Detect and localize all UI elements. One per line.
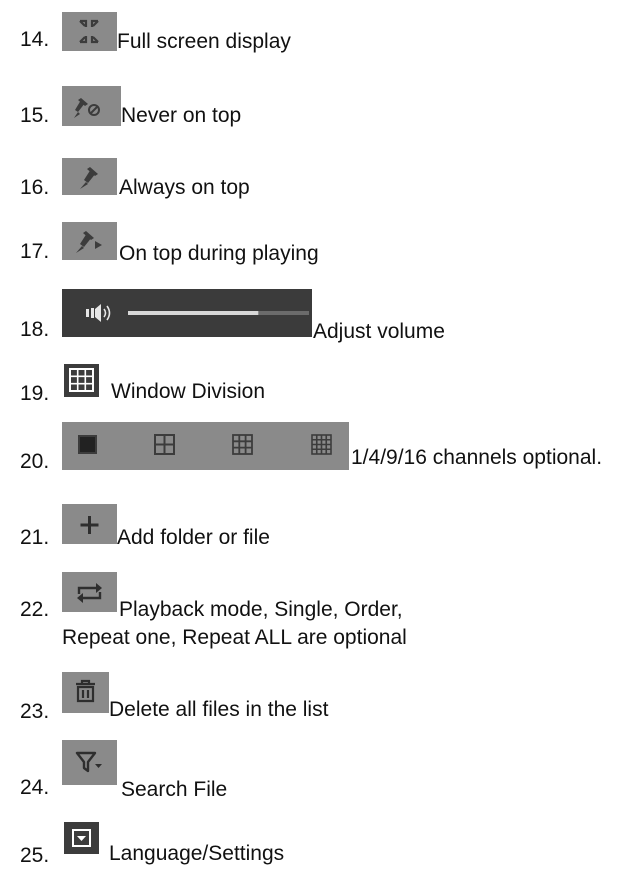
- item-number: 17.: [20, 240, 50, 263]
- volume-slider-icon: [62, 289, 312, 337]
- item-number: 15.: [20, 104, 50, 127]
- repeat-icon: [62, 572, 117, 612]
- item-label: Add folder or file: [117, 526, 270, 549]
- window-division-icon: [64, 364, 99, 397]
- item-label: Language/Settings: [109, 842, 285, 865]
- add-icon: [62, 504, 117, 544]
- trash-icon: [62, 672, 109, 713]
- fullscreen-icon: [62, 12, 117, 51]
- item-label: Search File: [121, 778, 228, 801]
- settings-dropdown-icon: [64, 822, 99, 854]
- item-number: 25.: [20, 844, 50, 867]
- channel-layout-icons: [62, 422, 349, 470]
- item-label-line2: Repeat one, Repeat ALL are optional: [62, 626, 407, 649]
- never-on-top-pin-icon: [62, 86, 121, 126]
- always-on-top-pin-icon: [62, 158, 117, 195]
- item-number: 21.: [20, 526, 50, 549]
- single-channel-icon: [78, 435, 97, 454]
- item-number: 22.: [20, 598, 50, 621]
- item-label: Window Division: [111, 380, 266, 403]
- item-number: 19.: [20, 382, 50, 405]
- item-number: 20.: [20, 450, 50, 473]
- item-label: Never on top: [121, 104, 242, 127]
- item-label: On top during playing: [119, 242, 319, 265]
- item-label: Always on top: [119, 176, 250, 199]
- item-label: Delete all files in the list: [109, 698, 329, 721]
- filter-icon: [62, 740, 117, 785]
- item-number: 14.: [20, 28, 50, 51]
- item-label: Adjust volume: [313, 320, 445, 343]
- item-number: 18.: [20, 318, 50, 341]
- item-label: Full screen display: [117, 30, 291, 53]
- volume-fill: [128, 311, 259, 315]
- item-number: 23.: [20, 700, 50, 723]
- item-number: 16.: [20, 176, 50, 199]
- item-number: 24.: [20, 776, 50, 799]
- item-label: 1/4/9/16 channels optional.: [351, 446, 603, 469]
- item-label: Playback mode, Single, Order,: [119, 598, 403, 621]
- on-top-playing-pin-icon: [62, 222, 117, 260]
